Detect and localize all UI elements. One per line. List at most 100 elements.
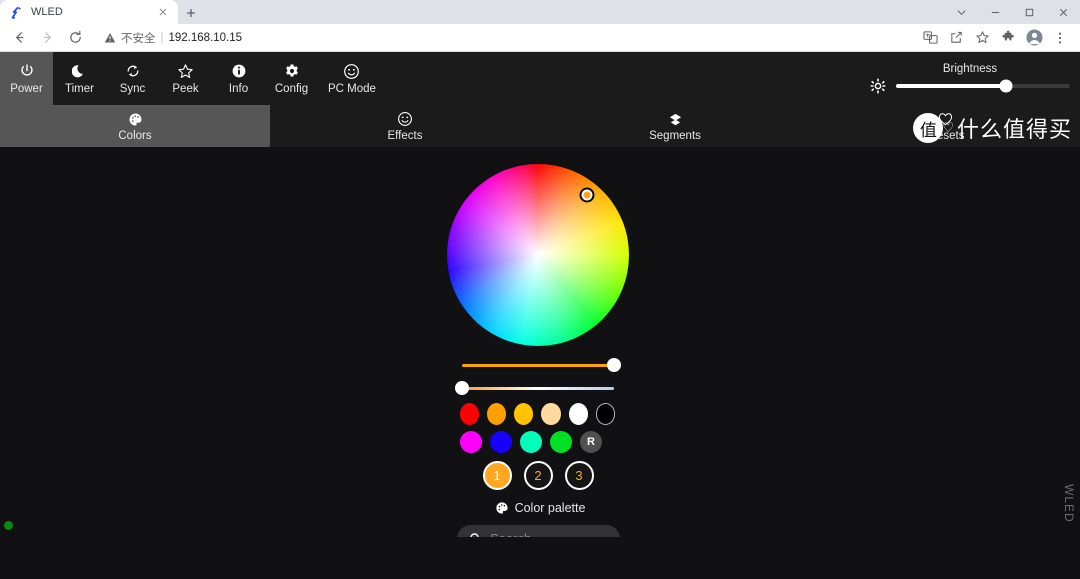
color-slot-3[interactable]: 3 (564, 461, 594, 490)
topnav-item-peek[interactable]: Peek (159, 52, 212, 105)
color-slot-1[interactable]: 1 (482, 461, 512, 490)
wled-zigzag-icon (11, 6, 21, 19)
palette-search-box[interactable]: Search (457, 525, 620, 537)
omnibox-separator: | (160, 31, 164, 44)
arrow-right-icon (43, 32, 51, 43)
color-slot-group: 123 (480, 461, 596, 490)
color-wheel-marker[interactable] (579, 187, 595, 203)
translate-icon[interactable] (918, 26, 942, 50)
tab-title: WLED (31, 6, 63, 18)
moon-icon (71, 62, 88, 80)
color-slot-2[interactable]: 2 (523, 461, 553, 490)
topnav-label: Power (10, 83, 43, 95)
color-palette-title-text: Color palette (514, 501, 586, 515)
topnav-item-config[interactable]: Config (265, 52, 318, 105)
bottomnav-item-presets[interactable]: Presets (810, 105, 1080, 147)
bottomnav-item-segments[interactable]: Segments (540, 105, 810, 147)
white-balance-slider-track (455, 381, 614, 395)
bookmark-star-icon[interactable] (970, 26, 994, 50)
brightness-slider-knob[interactable] (999, 79, 1013, 93)
more-menu-icon[interactable] (1048, 26, 1072, 50)
browser-toolbar: 不安全 | 192.168.10.15 (0, 24, 1080, 52)
swatch-peach[interactable] (541, 403, 561, 425)
window-controls (944, 0, 1080, 24)
close-button[interactable] (1046, 0, 1080, 24)
topnav-label: Peek (172, 83, 199, 95)
color-wheel[interactable] (447, 164, 629, 346)
white-balance-slider[interactable] (455, 381, 614, 395)
profile-avatar-icon[interactable] (1022, 26, 1046, 50)
wled-brand-label: WLED (1062, 484, 1076, 523)
topnav-item-info[interactable]: Info (212, 52, 265, 105)
tab-search-button[interactable] (944, 0, 978, 24)
extensions-puzzle-icon[interactable] (996, 26, 1020, 50)
tab-close-icon[interactable] (156, 5, 170, 19)
topnav-item-pc-mode[interactable]: PC Mode (318, 52, 386, 105)
brightness-slider[interactable] (896, 79, 1070, 93)
smiley-icon (343, 62, 360, 80)
bottomnav-label: Presets (925, 129, 965, 142)
topnav-item-timer[interactable]: Timer (53, 52, 106, 105)
swatch-green[interactable] (550, 431, 572, 453)
share-icon[interactable] (944, 26, 968, 50)
topnav-label: Config (274, 83, 309, 95)
security-label: 不安全 (121, 32, 156, 45)
bottomnav-label: Effects (387, 129, 423, 142)
minimize-button[interactable] (978, 0, 1012, 24)
topnav-label: Timer (65, 83, 94, 95)
wled-bottomnav: Colors Effects Segments Presets 值 ♡ 什么值得… (0, 105, 1080, 147)
browser-window: WLED 不安全 | 192.168.10.15 Power Timer Syn… (0, 0, 1080, 579)
swatch-random[interactable]: R (580, 431, 602, 453)
search-icon (470, 533, 479, 537)
topnav-item-power[interactable]: Power (0, 52, 53, 105)
swatch-red[interactable] (460, 403, 480, 425)
colors-panel: R 123 Color palette Search (0, 105, 1080, 537)
heart-icon (938, 111, 953, 128)
smiley-icon (397, 111, 413, 128)
toolbar-actions (918, 26, 1074, 50)
white-balance-slider-knob[interactable] (455, 381, 469, 395)
wled-topnav: Power Timer Sync Peek Info Config PC Mod… (0, 52, 1080, 105)
swatch-blue[interactable] (490, 431, 512, 453)
reload-button[interactable] (62, 26, 88, 50)
swatch-row-primary (460, 403, 616, 425)
warning-triangle-icon (104, 32, 116, 42)
color-swatches: R (460, 403, 616, 453)
address-bar[interactable]: 不安全 | 192.168.10.15 (96, 28, 910, 48)
swatch-spring-green[interactable] (520, 431, 542, 453)
brightness-slider-fill (896, 84, 1006, 88)
bottomnav-item-effects[interactable]: Effects (270, 105, 540, 147)
swatch-orange[interactable] (487, 403, 507, 425)
swatch-magenta[interactable] (460, 431, 482, 453)
swatch-white[interactable] (568, 403, 588, 425)
bottomnav-item-colors[interactable]: Colors (0, 105, 270, 147)
new-tab-button[interactable] (178, 2, 204, 24)
maximize-button[interactable] (1012, 0, 1046, 24)
swatch-black[interactable] (595, 403, 616, 425)
forward-button[interactable] (34, 26, 60, 50)
brightness-label: Brightness (942, 63, 998, 75)
gear-icon (284, 62, 300, 80)
color-palette-heading: Color palette (440, 501, 640, 515)
browser-tab[interactable]: WLED (0, 0, 178, 24)
topnav-item-sync[interactable]: Sync (106, 52, 159, 105)
bottomnav-label: Colors (118, 129, 152, 142)
sun-brightness-icon (870, 78, 886, 94)
url-text: 192.168.10.15 (168, 31, 243, 44)
plus-icon (187, 9, 195, 17)
value-slider-knob[interactable] (607, 358, 621, 372)
close-icon (1059, 8, 1067, 16)
swatch-amber[interactable] (514, 403, 534, 425)
star-icon (177, 62, 194, 80)
browser-titlebar: WLED (0, 0, 1080, 24)
value-slider[interactable] (462, 358, 621, 372)
maximize-icon (1025, 8, 1033, 16)
value-slider-track (462, 358, 621, 372)
connection-indicator (4, 521, 13, 530)
info-icon (231, 62, 247, 80)
minimize-icon (991, 11, 999, 13)
back-button[interactable] (6, 26, 32, 50)
reload-icon (69, 30, 81, 43)
wled-app: Power Timer Sync Peek Info Config PC Mod… (0, 52, 1080, 579)
power-icon (19, 62, 35, 80)
